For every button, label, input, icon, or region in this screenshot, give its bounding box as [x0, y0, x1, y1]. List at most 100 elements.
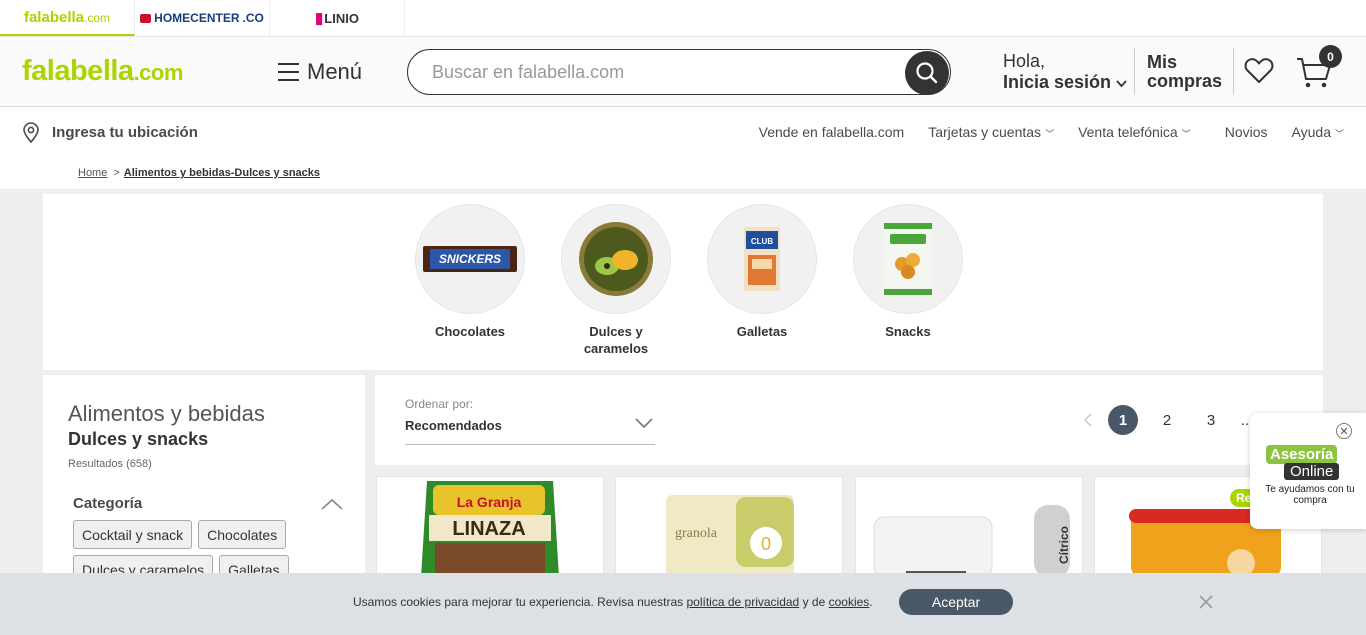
prev-page-button[interactable] [1080, 405, 1094, 435]
online-advice-widget[interactable]: ✕ Asesoría Online Te ayudamos con tu com… [1250, 413, 1366, 529]
category-dulces[interactable]: Dulces y caramelos [561, 204, 671, 357]
breadcrumb-current[interactable]: Alimentos y bebidas-Dulces y snacks [124, 167, 320, 179]
brand-falabella-suffix: .com [84, 10, 111, 25]
main-header: falabella.com Menú Hola, Inicia sesión M… [0, 37, 1366, 107]
nav-link-label: Vende en falabella.com [758, 124, 905, 140]
location-selector[interactable]: Ingresa tu ubicación [22, 122, 198, 143]
cookie-text-start: Usamos cookies para mejorar tu experienc… [353, 595, 684, 609]
filter-chip[interactable]: Chocolates [198, 520, 287, 549]
chevron-up-icon [321, 498, 343, 510]
svg-text:Cítrico: Cítrico [1057, 526, 1071, 564]
close-cookie-button[interactable] [1198, 594, 1214, 615]
close-widget-button[interactable]: ✕ [1336, 423, 1352, 439]
breadcrumb: Home > Alimentos y bebidas-Dulces y snacks [0, 157, 1366, 189]
nav-link-label: Ayuda [1291, 124, 1331, 140]
brand-tab-homecenter[interactable]: HOMECENTER .CO [135, 0, 270, 36]
results-count: Resultados (658) [68, 458, 152, 470]
nav-link-help[interactable]: Ayuda ﹀ [1292, 124, 1344, 140]
nav-link-label: Tarjetas y cuentas [928, 124, 1042, 140]
breadcrumb-home[interactable]: Home [78, 167, 107, 179]
homecenter-logo-icon [140, 13, 152, 23]
category-image: CLUB [707, 204, 817, 314]
privacy-policy-link[interactable]: política de privacidad [687, 595, 800, 609]
cookie-banner: Usamos cookies para mejorar tu experienc… [0, 573, 1366, 635]
chevron-down-icon [1116, 80, 1127, 88]
svg-text:granola: granola [675, 526, 718, 541]
chocolate-bar-image: SNICKERS [423, 246, 517, 272]
category-chocolates[interactable]: SNICKERS Chocolates [415, 204, 525, 340]
category-label: Dulces y caramelos [583, 324, 649, 356]
chevron-down-icon: ﹀ [1334, 129, 1344, 139]
my-purchases-link[interactable]: Mis compras [1147, 53, 1222, 91]
nav-link-phone-sales[interactable]: Venta telefónica ﹀ [1078, 124, 1191, 140]
advice-text: Te ayudamos con tu compra [1265, 484, 1355, 506]
nav-link-label: Novios [1224, 124, 1268, 140]
location-pin-icon [23, 122, 39, 143]
filter-category-heading: Categoría [73, 495, 143, 512]
advice-logo-bottom: Online [1284, 463, 1340, 480]
search-icon [916, 62, 938, 84]
sort-bar: Ordenar por: Recomendados 1 2 3 ... 14 [375, 375, 1323, 465]
nav-link-cards[interactable]: Tarjetas y cuentas ﹀ [928, 124, 1054, 140]
advice-logo-top: Asesoría [1266, 445, 1338, 464]
svg-text:LINAZA: LINAZA [452, 518, 525, 540]
cookies-link[interactable]: cookies [829, 595, 870, 609]
cookie-message: Usamos cookies para mejorar tu experienc… [353, 595, 873, 609]
greeting-text: Hola, [1003, 51, 1046, 71]
category-carousel: SNICKERS Chocolates Dulces y caramelos C… [43, 194, 1323, 370]
category-label: Chocolates [434, 324, 506, 339]
login-menu[interactable]: Hola, Inicia sesión [1003, 51, 1127, 93]
menu-label: Menú [307, 59, 363, 84]
hamburger-icon [278, 63, 299, 81]
search-button[interactable] [905, 51, 949, 95]
header-divider [1233, 48, 1234, 95]
search-bar [407, 49, 951, 95]
collapse-filter-button[interactable] [321, 497, 343, 515]
header-divider [1134, 48, 1135, 95]
nav-link-label: Venta telefónica [1078, 124, 1178, 140]
svg-text:La Granja: La Granja [457, 494, 522, 510]
cracker-pack-image: CLUB [744, 227, 780, 291]
wishlist-button[interactable] [1244, 57, 1274, 89]
filter-chip[interactable]: Cocktail y snack [73, 520, 193, 549]
category-galletas[interactable]: CLUB Galletas [707, 204, 817, 340]
brand-bar: falabella.com HOMECENTER .CO ▮ LINIO [0, 0, 1366, 37]
category-label: Snacks [885, 324, 931, 339]
cookie-text-end: . [869, 595, 873, 609]
location-label: Ingresa tu ubicación [52, 124, 198, 141]
cart-count-badge: 0 [1319, 45, 1342, 68]
page-button-1[interactable]: 1 [1108, 405, 1138, 435]
chevron-down-icon: ﹀ [1045, 129, 1055, 139]
search-input[interactable] [432, 60, 892, 84]
sort-dropdown[interactable]: Recomendados [405, 415, 655, 445]
brand-homecenter-suffix: .CO [242, 11, 264, 25]
page-button-3[interactable]: 3 [1196, 405, 1226, 435]
accept-cookies-button[interactable]: Aceptar [899, 589, 1013, 615]
category-title: Alimentos y bebidas [68, 401, 265, 426]
category-image [853, 204, 963, 314]
nav-link-sell[interactable]: Vende en falabella.com [759, 124, 905, 140]
sort-label: Ordenar por: [405, 397, 474, 411]
logo-suffix: .com [133, 60, 184, 85]
category-snacks[interactable]: Snacks [853, 204, 963, 340]
brand-tab-falabella[interactable]: falabella.com [0, 0, 135, 36]
snack-bag-image [884, 223, 932, 295]
site-logo[interactable]: falabella.com [22, 55, 183, 88]
page-button-2[interactable]: 2 [1152, 405, 1182, 435]
login-label: Inicia sesión [1003, 72, 1112, 92]
secondary-nav: Ingresa tu ubicación Vende en falabella.… [0, 107, 1366, 157]
nav-links: Vende en falabella.com Tarjetas y cuenta… [759, 124, 1344, 140]
category-image [561, 204, 671, 314]
nav-link-novios[interactable]: Novios [1225, 124, 1268, 140]
category-subtitle: Dulces y snacks [68, 429, 209, 449]
menu-button[interactable]: Menú [278, 59, 362, 85]
purchases-line2: compras [1147, 71, 1223, 91]
product-image: Cítrico [873, 505, 1071, 578]
brand-homecenter-name: HOMECENTER [154, 11, 240, 25]
svg-text:SNICKERS: SNICKERS [439, 252, 501, 266]
chevron-left-icon [1083, 413, 1092, 427]
brand-tab-linio[interactable]: ▮ LINIO [270, 0, 405, 36]
sort-value: Recomendados [405, 418, 502, 433]
logo-text: falabella [22, 55, 134, 87]
brand-linio-name: LINIO [324, 10, 359, 26]
